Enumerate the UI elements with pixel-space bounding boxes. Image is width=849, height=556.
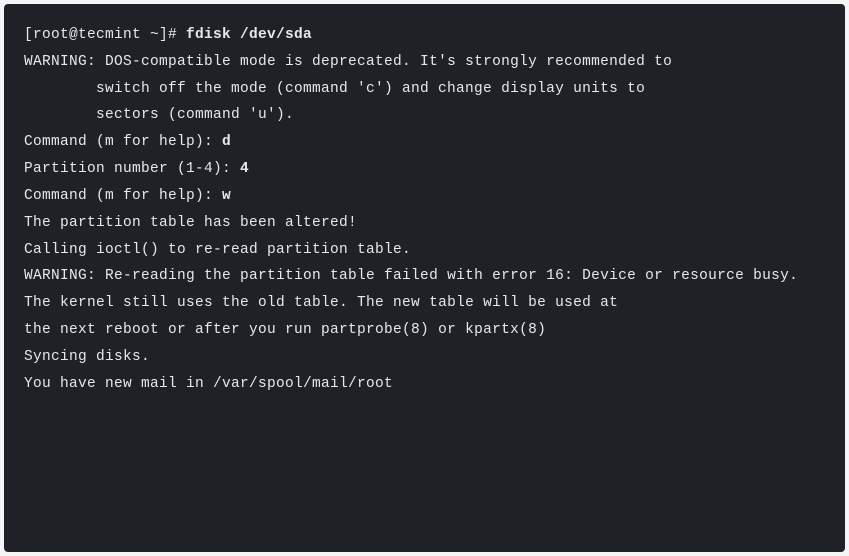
partition-prompt-line: Partition number (1-4): 4 [24, 156, 825, 183]
warning-line-3: sectors (command 'u'). [24, 102, 825, 129]
command-text: fdisk /dev/sda [186, 27, 312, 43]
syncing-message: Syncing disks. [24, 344, 825, 371]
shell-prompt: [root@tecmint ~]# [24, 27, 186, 43]
altered-message: The partition table has been altered! [24, 210, 825, 237]
user-input-4: 4 [240, 161, 249, 177]
warning-line-1: WARNING: DOS-compatible mode is deprecat… [24, 49, 825, 76]
user-input-w: w [222, 188, 231, 204]
terminal-window: [root@tecmint ~]# fdisk /dev/sda WARNING… [4, 4, 845, 552]
prompt-line: [root@tecmint ~]# fdisk /dev/sda [24, 22, 825, 49]
command-prompt-line-2: Command (m for help): w [24, 183, 825, 210]
warning-line-2: switch off the mode (command 'c') and ch… [24, 76, 825, 103]
warning2-line-2: The kernel still uses the old table. The… [24, 290, 825, 317]
warning2-line-1: WARNING: Re-reading the partition table … [24, 263, 825, 290]
fdisk-prompt: Command (m for help): [24, 188, 222, 204]
warning2-line-3: the next reboot or after you run partpro… [24, 317, 825, 344]
fdisk-prompt: Command (m for help): [24, 134, 222, 150]
mail-message: You have new mail in /var/spool/mail/roo… [24, 371, 825, 398]
ioctl-message: Calling ioctl() to re-read partition tab… [24, 237, 825, 264]
user-input-d: d [222, 134, 231, 150]
partition-prompt: Partition number (1-4): [24, 161, 240, 177]
command-prompt-line-1: Command (m for help): d [24, 129, 825, 156]
